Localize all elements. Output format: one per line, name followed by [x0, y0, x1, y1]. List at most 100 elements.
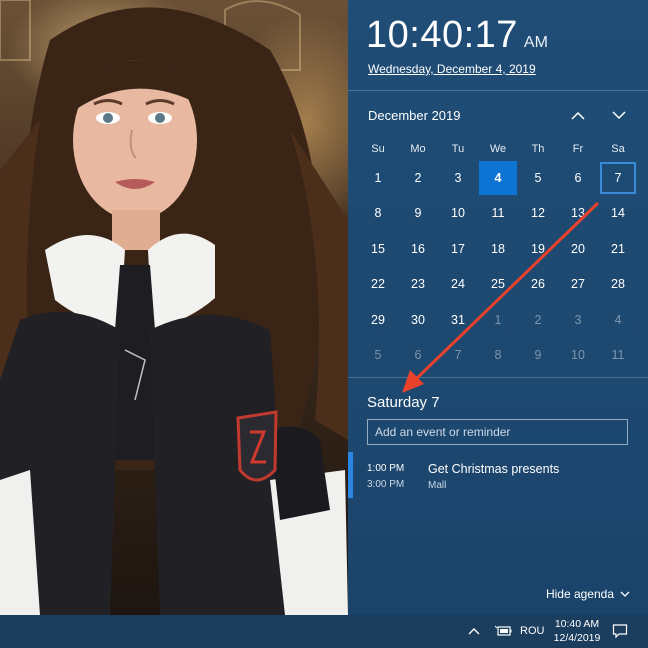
calendar-day-number: 7: [454, 348, 462, 363]
taskbar: ROU 10:40 AM 12/4/2019: [0, 615, 648, 648]
taskbar-clock[interactable]: 10:40 AM 12/4/2019: [548, 618, 606, 645]
calendar-day[interactable]: 5: [358, 338, 398, 374]
calendar-day-number: 23: [411, 277, 425, 292]
hide-agenda-button[interactable]: Hide agenda: [546, 587, 630, 601]
language-indicator[interactable]: ROU: [520, 625, 544, 637]
taskbar-date: 12/4/2019: [553, 631, 601, 644]
calendar-day[interactable]: 7: [598, 160, 638, 196]
calendar-week: 15 16 17 18 19 20 21: [358, 231, 638, 267]
calendar-day[interactable]: 5: [518, 160, 558, 196]
calendar-day[interactable]: 10: [438, 196, 478, 232]
calendar-day[interactable]: 26: [518, 267, 558, 303]
chevron-up-icon[interactable]: [468, 626, 480, 636]
calendar-day-number: 19: [531, 241, 545, 256]
calendar-day[interactable]: 14: [598, 196, 638, 232]
calendar-day-number: 6: [414, 348, 422, 363]
event-title: Get Christmas presents: [428, 462, 560, 476]
calendar-day-number: 1: [374, 170, 382, 185]
calendar-week: 22 23 24 25 26 27 28: [358, 267, 638, 303]
calendar-day-number: 25: [491, 277, 505, 292]
clock-ampm: AM: [523, 34, 548, 51]
calendar-day[interactable]: 22: [358, 267, 398, 303]
calendar-day[interactable]: 2: [398, 160, 438, 196]
calendar-day-number: 11: [611, 348, 625, 363]
calendar-day[interactable]: 20: [558, 231, 598, 267]
weekday-label: Mo: [410, 143, 426, 155]
desktop-wallpaper: [0, 0, 348, 615]
calendar-day[interactable]: 12: [518, 196, 558, 232]
add-event-input[interactable]: [367, 419, 628, 445]
calendar-day[interactable]: 3: [438, 160, 478, 196]
calendar-day[interactable]: 6: [558, 160, 598, 196]
prev-month-button[interactable]: [566, 104, 590, 126]
calendar-day[interactable]: 9: [518, 338, 558, 374]
calendar-day[interactable]: 15: [358, 231, 398, 267]
calendar-day-number: 9: [534, 348, 542, 363]
calendar-day-number: 7: [614, 170, 622, 185]
calendar-day[interactable]: 11: [478, 196, 518, 232]
calendar-day[interactable]: 8: [478, 338, 518, 374]
agenda-event[interactable]: 1:00 PM 3:00 PM Get Christmas presents M…: [348, 452, 648, 498]
calendar-day[interactable]: 28: [598, 267, 638, 303]
month-label[interactable]: December 2019: [368, 108, 461, 123]
calendar-day-number: 3: [454, 170, 462, 185]
calendar-day[interactable]: 1: [478, 302, 518, 338]
calendar-day[interactable]: 16: [398, 231, 438, 267]
calendar-day[interactable]: 21: [598, 231, 638, 267]
chevron-down-icon: [612, 110, 626, 119]
divider: [348, 90, 648, 91]
calendar-day[interactable]: 1: [358, 160, 398, 196]
calendar-grid: Su Mo Tu We Th Fr Sa 1 2 3 4 5 6 7 8 9 10 11 12 13 14…: [358, 138, 638, 373]
calendar-day[interactable]: 31: [438, 302, 478, 338]
calendar-day-number: 2: [414, 170, 422, 185]
calendar-day[interactable]: 18: [478, 231, 518, 267]
calendar-day[interactable]: 27: [558, 267, 598, 303]
calendar-day-number: 21: [611, 241, 625, 256]
calendar-day[interactable]: 7: [438, 338, 478, 374]
calendar-day[interactable]: 30: [398, 302, 438, 338]
long-date-link[interactable]: Wednesday, December 4, 2019: [368, 62, 536, 76]
calendar-day[interactable]: 8: [358, 196, 398, 232]
calendar-day[interactable]: 2: [518, 302, 558, 338]
calendar-day-number: 28: [611, 277, 625, 292]
calendar-day[interactable]: 6: [398, 338, 438, 374]
calendar-day-number: 22: [371, 277, 385, 292]
next-month-button[interactable]: [607, 104, 631, 126]
calendar-day[interactable]: 3: [558, 302, 598, 338]
clock-time: 10:40:17: [366, 14, 518, 56]
calendar-day[interactable]: 19: [518, 231, 558, 267]
weekday-label: Tu: [451, 143, 465, 155]
calendar-day-number: 8: [494, 348, 502, 363]
calendar-day[interactable]: 25: [478, 267, 518, 303]
calendar-day-number: 8: [374, 206, 382, 221]
calendar-day-number: 3: [574, 312, 582, 327]
notification-icon[interactable]: [612, 623, 628, 639]
calendar-day[interactable]: 17: [438, 231, 478, 267]
weekday-label: Su: [371, 143, 385, 155]
calendar-day-number: 1: [494, 312, 502, 327]
calendar-day-number: 27: [571, 277, 585, 292]
calendar-day-number: 20: [571, 241, 585, 256]
chevron-up-icon: [571, 111, 585, 120]
calendar-day[interactable]: 4: [478, 160, 518, 196]
calendar-day-number: 4: [494, 170, 502, 185]
calendar-day[interactable]: 9: [398, 196, 438, 232]
wallpaper-illustration: [0, 0, 348, 615]
calendar-day[interactable]: 24: [438, 267, 478, 303]
calendar-day[interactable]: 11: [598, 338, 638, 374]
calendar-day-number: 30: [411, 312, 425, 327]
calendar-day-number: 24: [451, 277, 465, 292]
calendar-day[interactable]: 29: [358, 302, 398, 338]
calendar-day-number: 12: [531, 206, 545, 221]
calendar-day-number: 31: [451, 312, 465, 327]
weekday-label: Th: [531, 143, 545, 155]
battery-icon[interactable]: [494, 625, 512, 637]
weekday-header: Su Mo Tu We Th Fr Sa: [358, 138, 638, 160]
calendar-day-number: 10: [451, 206, 465, 221]
calendar-day[interactable]: 23: [398, 267, 438, 303]
calendar-day-number: 16: [411, 241, 425, 256]
calendar-day[interactable]: 13: [558, 196, 598, 232]
calendar-day-number: 29: [371, 312, 385, 327]
calendar-day[interactable]: 4: [598, 302, 638, 338]
calendar-day[interactable]: 10: [558, 338, 598, 374]
